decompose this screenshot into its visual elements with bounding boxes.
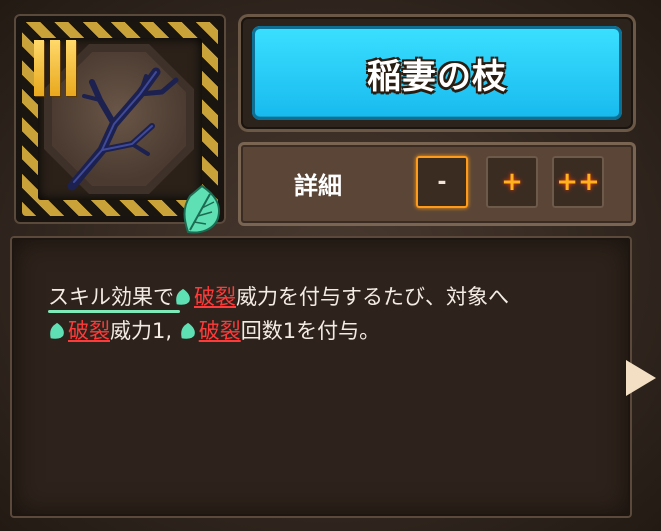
card-detail-screen: 稲妻の枝 詳細 - + ++ スキル効果で 破裂威力を付与するたび、対象へ 破裂威力… <box>0 0 661 531</box>
detail-bar: 詳細 - + ++ <box>238 142 636 226</box>
next-arrow-icon[interactable] <box>626 360 656 396</box>
green-leaf-icon <box>183 184 220 234</box>
rank-iii-icon <box>34 40 82 98</box>
title-plate: 稲妻の枝 <box>238 14 636 132</box>
item-icon-frame[interactable] <box>14 14 226 234</box>
skill-effect-link[interactable]: スキル効果で <box>48 285 174 309</box>
rupture-leaf-icon <box>50 322 64 339</box>
title-bar: 稲妻の枝 <box>252 26 622 120</box>
description-segment: 威力を付与するたび、対象へ <box>236 285 509 309</box>
level-minus-button[interactable]: - <box>416 156 468 208</box>
keyword-rupture[interactable]: 破裂 <box>199 319 241 343</box>
keyword-rupture[interactable]: 破裂 <box>68 319 110 343</box>
description-segment: 威力1, <box>110 319 179 343</box>
card-title: 稲妻の枝 <box>367 56 507 97</box>
keyword-rupture[interactable]: 破裂 <box>194 285 236 309</box>
description-text: スキル効果で 破裂威力を付与するたび、対象へ 破裂威力1, 破裂回数1を付与。 <box>48 280 612 348</box>
detail-label: 詳細 <box>294 172 342 200</box>
level-plusplus-button[interactable]: ++ <box>552 156 604 208</box>
rupture-leaf-icon <box>180 322 195 339</box>
rupture-leaf-icon <box>176 288 190 305</box>
description-panel: スキル効果で 破裂威力を付与するたび、対象へ 破裂威力1, 破裂回数1を付与。 <box>10 236 632 518</box>
description-segment: 回数1を付与。 <box>240 319 381 343</box>
level-plus-button[interactable]: + <box>486 156 538 208</box>
